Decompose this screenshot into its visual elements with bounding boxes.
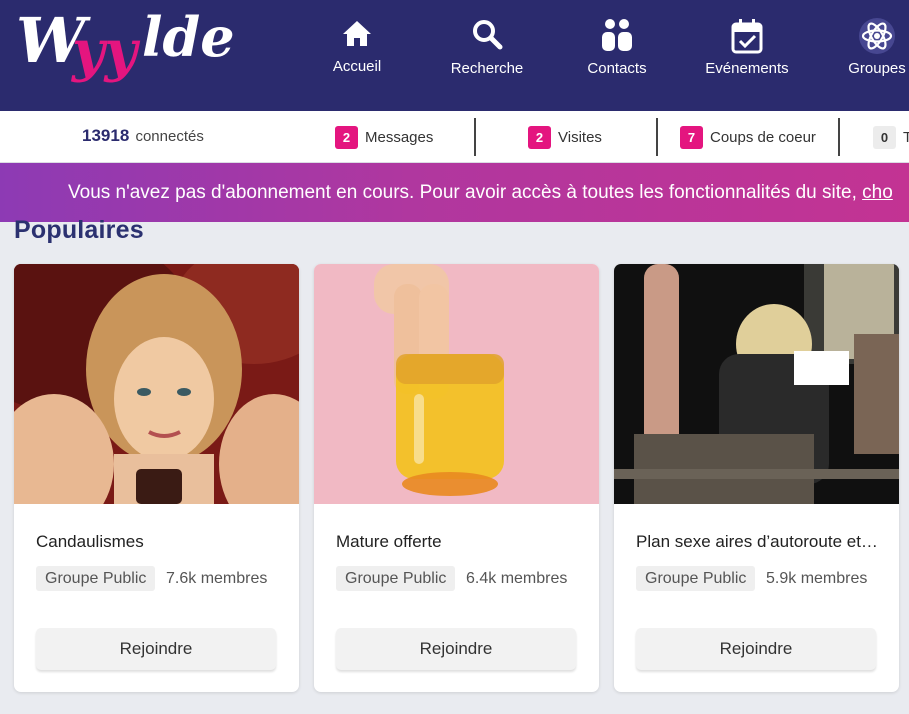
group-image[interactable] xyxy=(14,264,299,504)
group-card[interactable]: Plan sexe aires d’autoroute et parking G… xyxy=(614,264,899,692)
divider xyxy=(474,118,476,156)
wyylde-logo[interactable]: W yy lde xyxy=(14,0,274,90)
contacts-icon xyxy=(602,19,632,51)
divider xyxy=(838,118,840,156)
group-image[interactable] xyxy=(314,264,599,504)
banner-link[interactable]: cho xyxy=(862,182,893,203)
join-button[interactable]: Rejoindre xyxy=(36,628,276,670)
group-card[interactable]: Mature offerte Groupe Public 6.4k membre… xyxy=(314,264,599,692)
group-card[interactable]: Candaulismes Groupe Public 7.6k membres … xyxy=(14,264,299,692)
nav-recherche[interactable]: Recherche xyxy=(432,18,542,88)
group-type-tag: Groupe Public xyxy=(636,566,756,591)
messages-badge: 2 xyxy=(335,125,358,149)
fourth-badge: 0 xyxy=(873,125,896,149)
coups-badge: 7 xyxy=(680,125,703,149)
nav-contacts[interactable]: Contacts xyxy=(562,18,672,88)
stats-bar: 13918 connectés 2 Messages 2 Visites 7 C… xyxy=(0,111,909,163)
coups-label: Coups de coeur xyxy=(710,128,816,146)
visites-link[interactable]: 2 Visites xyxy=(528,125,602,149)
divider xyxy=(656,118,658,156)
nav-groupes[interactable]: Groupes xyxy=(822,18,909,88)
member-count: 6.4k membres xyxy=(466,570,568,587)
connected-count: 13918 connectés xyxy=(82,126,204,146)
visites-badge: 2 xyxy=(528,125,551,149)
group-image[interactable] xyxy=(614,264,899,504)
svg-text:lde: lde xyxy=(142,5,235,69)
atom-icon xyxy=(859,18,895,54)
nav-contacts-label: Contacts xyxy=(587,60,647,77)
nav-accueil[interactable]: Accueil xyxy=(302,18,412,88)
connected-number: 13918 xyxy=(82,126,130,145)
visites-label: Visites xyxy=(558,128,602,146)
banner-text: Vous n'avez pas d'abonnement en cours. P… xyxy=(68,182,863,203)
nav-evenements[interactable]: Evénements xyxy=(692,18,802,88)
top-header: W yy lde Accueil Recherche Contacts Evén… xyxy=(0,0,909,111)
home-icon xyxy=(343,21,371,46)
messages-link[interactable]: 2 Messages xyxy=(335,125,433,149)
nav-groupes-label: Groupes xyxy=(848,60,906,77)
member-count: 5.9k membres xyxy=(766,570,868,587)
section-title: Populaires xyxy=(14,216,144,244)
search-icon xyxy=(473,20,503,50)
coups-de-coeur-link[interactable]: 7 Coups de coeur xyxy=(680,125,816,149)
svg-text:yy: yy xyxy=(70,18,141,84)
fourth-label: T xyxy=(903,128,909,146)
group-title[interactable]: Mature offerte xyxy=(336,532,581,552)
connected-label: connectés xyxy=(135,128,204,145)
group-type-tag: Groupe Public xyxy=(36,566,156,591)
nav-recherche-label: Recherche xyxy=(450,60,524,77)
member-count: 7.6k membres xyxy=(166,570,268,587)
nav-evenements-label: Evénements xyxy=(705,60,789,77)
subscription-banner: Vous n'avez pas d'abonnement en cours. P… xyxy=(0,163,909,222)
calendar-icon xyxy=(731,19,763,54)
fourth-stat-link[interactable]: 0 T xyxy=(873,125,909,149)
nav-accueil-label: Accueil xyxy=(332,58,382,75)
group-title[interactable]: Plan sexe aires d’autoroute et parking xyxy=(636,532,881,552)
messages-label: Messages xyxy=(365,128,434,146)
join-button[interactable]: Rejoindre xyxy=(636,628,876,670)
join-button[interactable]: Rejoindre xyxy=(336,628,576,670)
group-title[interactable]: Candaulismes xyxy=(36,532,281,552)
group-type-tag: Groupe Public xyxy=(336,566,456,591)
